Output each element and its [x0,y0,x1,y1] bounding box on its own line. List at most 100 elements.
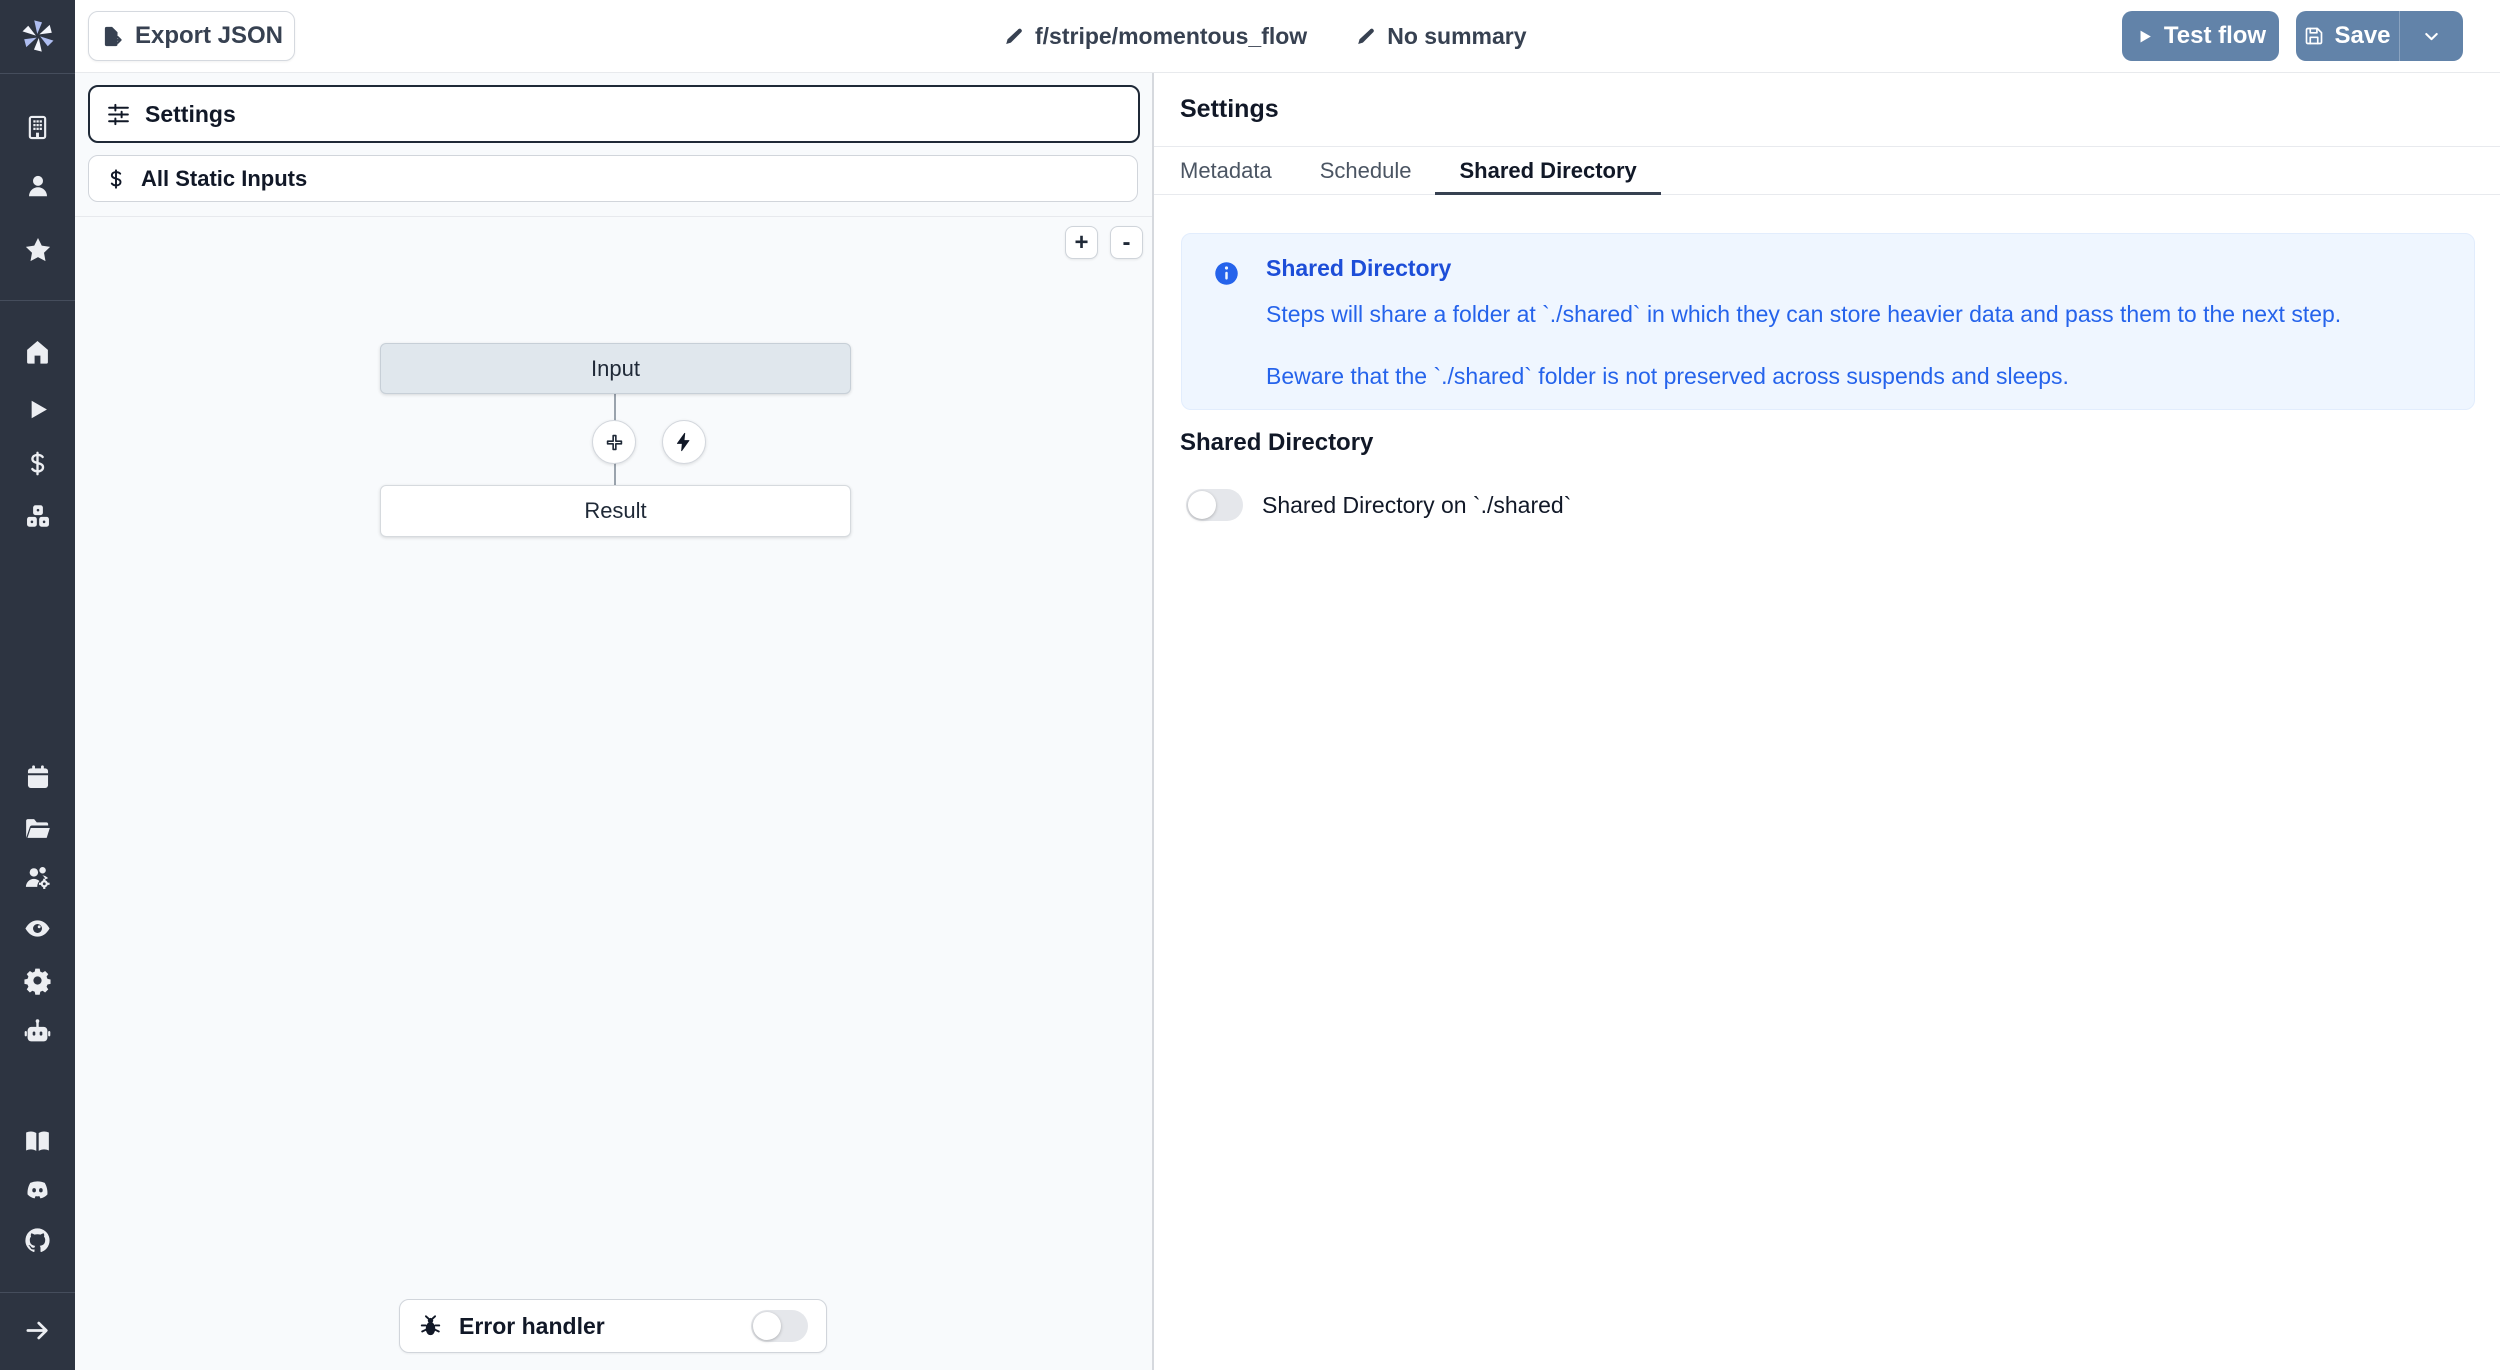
building-icon [24,114,51,141]
bug-icon [418,1314,443,1339]
book-open-icon [23,1127,52,1156]
folder-open-icon [23,814,52,843]
file-output-icon [100,25,123,48]
sidebar-item-resources[interactable] [0,494,75,538]
export-json-button[interactable]: Export JSON [88,11,295,61]
sidebar-item-workspace[interactable] [0,105,75,149]
tab-schedule-label: Schedule [1320,158,1412,184]
all-static-inputs-item[interactable]: All Static Inputs [88,155,1138,202]
flow-summary-edit[interactable]: No summary [1355,23,1526,50]
sidebar-item-favorites[interactable] [0,228,75,272]
dollar-icon [105,168,127,190]
bot-icon [23,1017,52,1046]
info-title: Shared Directory [1266,255,1451,282]
star-icon [23,235,53,265]
zoom-in-label: + [1074,231,1088,255]
zap-icon [673,431,695,453]
github-icon [23,1226,52,1255]
sidebar-item-user[interactable] [0,164,75,208]
save-split-button: Save [2296,11,2463,61]
info-line-1: Steps will share a folder at `./shared` … [1266,301,2341,328]
settings-panel: Settings Metadata Schedule Shared Direct… [1152,73,2500,1370]
sidebar-item-folders[interactable] [0,806,75,850]
users-cog-icon [23,863,52,892]
flow-editor-panel: Settings All Static Inputs + - Input Res… [75,73,1152,1370]
gear-icon [23,966,52,995]
sidebar-item-variables[interactable] [0,441,75,485]
add-step-button[interactable] [592,420,636,464]
settings-tabs: Metadata Schedule Shared Directory [1154,146,2500,195]
sidebar-item-home[interactable] [0,329,75,373]
boxes-icon [24,502,52,530]
sidebar-divider [0,73,75,74]
sidebar-item-runs[interactable] [0,387,75,431]
tab-shared-directory[interactable]: Shared Directory [1435,147,1660,194]
sliders-icon [106,102,131,127]
shared-directory-section-title: Shared Directory [1180,429,1373,457]
home-icon [23,337,52,366]
eye-icon [23,914,52,943]
sidebar-item-discord[interactable] [0,1168,75,1212]
flow-path: f/stripe/momentous_flow [1035,23,1307,50]
flow-settings-item[interactable]: Settings [88,85,1140,143]
info-icon [1213,260,1240,287]
error-handler-label: Error handler [459,1313,605,1340]
all-static-inputs-label: All Static Inputs [141,166,307,192]
sidebar-item-github[interactable] [0,1218,75,1262]
topbar: Export JSON f/stripe/momentous_flow No s… [75,0,2500,73]
sidebar-expand-button[interactable] [0,1308,75,1352]
export-json-label: Export JSON [135,22,283,50]
windmill-logo[interactable] [0,14,75,58]
discord-icon [23,1176,52,1205]
save-label: Save [2334,22,2390,50]
save-dropdown-button[interactable] [2400,11,2462,61]
pencil-icon [1003,26,1025,48]
pencil-icon [1355,26,1377,48]
test-flow-button[interactable]: Test flow [2122,11,2279,61]
arrow-right-icon [23,1316,52,1345]
tab-metadata-label: Metadata [1180,158,1272,184]
plus-icon [603,431,626,454]
toggle-knob [753,1312,781,1340]
input-node-label: Input [591,356,640,382]
zoom-out-label: - [1123,231,1131,255]
input-node[interactable]: Input [380,343,851,394]
error-handler-item[interactable]: Error handler [399,1299,827,1353]
shared-directory-toggle[interactable] [1186,489,1243,521]
flow-settings-label: Settings [145,101,236,128]
zoom-out-button[interactable]: - [1110,226,1143,259]
test-flow-label: Test flow [2164,22,2266,50]
sidebar-divider [0,1292,75,1293]
error-handler-toggle[interactable] [751,1310,808,1342]
sidebar-item-settings[interactable] [0,958,75,1002]
sidebar-item-groups[interactable] [0,855,75,899]
sidebar-item-schedules[interactable] [0,755,75,799]
tab-metadata[interactable]: Metadata [1156,147,1296,194]
play-icon [2135,27,2154,46]
user-icon [24,172,52,200]
result-node[interactable]: Result [380,485,851,537]
save-button[interactable]: Save [2296,11,2400,61]
sidebar-item-docs[interactable] [0,1119,75,1163]
info-line-2: Beware that the `./shared` folder is not… [1266,363,2069,390]
shared-directory-toggle-row: Shared Directory on `./shared` [1186,489,1571,521]
tab-shared-directory-label: Shared Directory [1459,158,1636,184]
flow-path-edit[interactable]: f/stripe/momentous_flow [1003,23,1307,50]
tab-schedule[interactable]: Schedule [1296,147,1436,194]
shared-directory-toggle-label: Shared Directory on `./shared` [1262,492,1571,519]
settings-panel-title: Settings [1180,95,1279,124]
result-node-label: Result [584,498,646,524]
toggle-knob [1188,491,1216,519]
windmill-logo-icon [20,18,56,54]
topbar-center: f/stripe/momentous_flow No summary [1003,0,1527,73]
flow-summary: No summary [1387,23,1526,50]
trigger-button[interactable] [662,420,706,464]
sidebar-item-ai[interactable] [0,1009,75,1053]
dollar-icon [24,450,51,477]
flow-panel-divider [75,216,1152,217]
sidebar [0,0,75,1370]
sidebar-item-audit-logs[interactable] [0,906,75,950]
topbar-actions: Test flow Save [2122,11,2463,61]
zoom-in-button[interactable]: + [1065,226,1098,259]
play-icon [24,396,51,423]
